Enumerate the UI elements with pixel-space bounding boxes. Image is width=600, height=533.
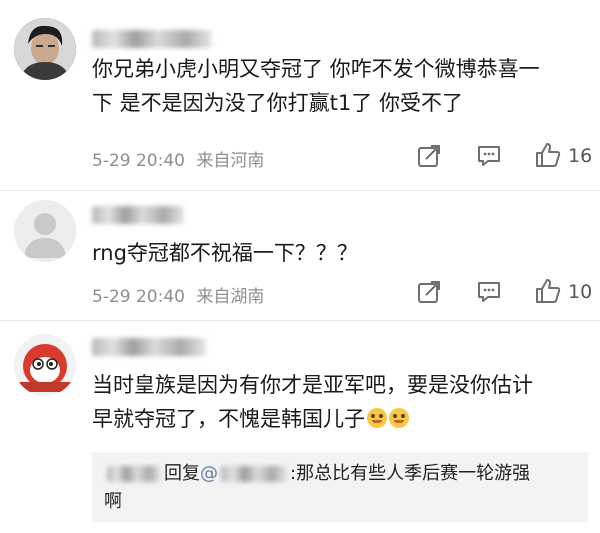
reply-preview[interactable]: 回复@ :那总比有些人季后赛一轮游强 啊 xyxy=(92,452,588,522)
comment-location: 来自湖南 xyxy=(196,287,265,307)
comment-icon[interactable] xyxy=(476,143,502,169)
mention-username-redacted[interactable] xyxy=(221,466,287,482)
reply-line: 回复@ :那总比有些人季后赛一轮游强 xyxy=(104,462,530,486)
comment-location: 来自河南 xyxy=(196,151,265,171)
user-avatar[interactable] xyxy=(14,200,76,262)
comment-meta: 5-29 20:40 来自湖南 xyxy=(92,282,270,307)
comment-text: rng夺冠都不祝福一下？？？ xyxy=(92,236,590,270)
reply-text: 啊 xyxy=(104,491,122,512)
repost-icon[interactable] xyxy=(416,143,442,169)
repost-icon[interactable] xyxy=(416,279,442,305)
username-redacted[interactable] xyxy=(92,206,184,224)
comment-text-line: 下 是不是因为没了你打赢t1了 你受不了 xyxy=(92,91,463,115)
comment-icon[interactable] xyxy=(476,279,502,305)
reply-line: 啊 xyxy=(104,490,122,514)
username-redacted[interactable] xyxy=(92,30,212,48)
default-avatar-icon xyxy=(14,200,76,262)
cartoon-avatar-image xyxy=(14,334,76,396)
mention-at: @ xyxy=(200,463,218,484)
comment-item: 你兄弟小虎小明又夺冠了 你咋不发个微博恭喜一 下 是不是因为没了你打赢t1了 你… xyxy=(0,0,600,190)
like-count: 16 xyxy=(568,145,593,167)
doge-emoji xyxy=(389,408,409,428)
like-icon[interactable] xyxy=(534,141,562,169)
comment-text-line: 你兄弟小虎小明又夺冠了 你咋不发个微博恭喜一 xyxy=(92,57,540,81)
comment-item: rng夺冠都不祝福一下？？？ 5-29 20:40 来自湖南 10 xyxy=(0,190,600,320)
comment-text-segment: 早就夺冠了，不愧是韩国儿子 xyxy=(92,407,365,431)
doge-emoji xyxy=(367,408,387,428)
comment-date: 5-29 20:40 xyxy=(92,151,185,171)
reply-text: :那总比有些人季后赛一轮游强 xyxy=(290,463,531,484)
user-avatar[interactable] xyxy=(14,18,76,80)
user-avatar[interactable] xyxy=(14,334,76,396)
avatar-image xyxy=(14,18,76,80)
comment-text-line: 当时皇族是因为有你才是亚军吧，要是没你估计 xyxy=(92,373,533,397)
reply-username-redacted[interactable] xyxy=(107,466,161,482)
comment-meta: 5-29 20:40 来自河南 xyxy=(92,146,270,171)
like-icon[interactable] xyxy=(534,277,562,305)
comment-text-line: rng夺冠都不祝福一下？？？ xyxy=(92,241,358,265)
username-redacted[interactable] xyxy=(92,338,206,356)
comment-text: 当时皇族是因为有你才是亚军吧，要是没你估计 早就夺冠了，不愧是韩国儿子 xyxy=(92,368,590,436)
comment-text: 你兄弟小虎小明又夺冠了 你咋不发个微博恭喜一 下 是不是因为没了你打赢t1了 你… xyxy=(92,52,590,120)
comment-text-line: 早就夺冠了，不愧是韩国儿子 xyxy=(92,402,590,436)
comment-date: 5-29 20:40 xyxy=(92,287,185,307)
reply-label: 回复 xyxy=(164,463,200,484)
like-count: 10 xyxy=(568,281,593,303)
